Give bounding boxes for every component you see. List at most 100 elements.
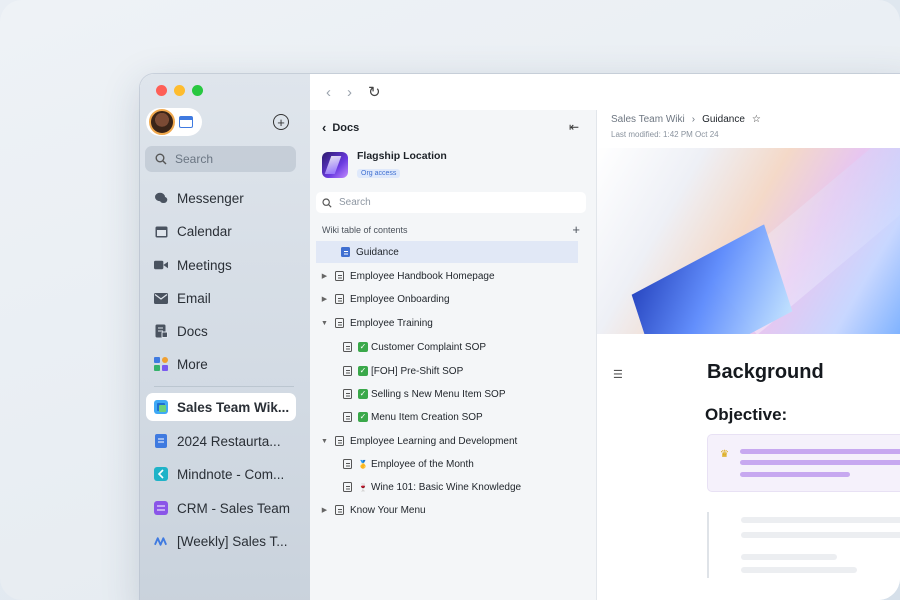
crown-icon: ♛ — [720, 449, 729, 460]
collapse-sidebar-icon[interactable]: ⇤ — [569, 120, 579, 134]
toc-item-label: Guidance — [356, 246, 399, 258]
toc-item-employee-handbook[interactable]: ▶ Employee Handbook Homepage — [316, 265, 578, 287]
docs-search-placeholder: Search — [339, 197, 371, 208]
pinned-item-crm[interactable]: CRM - Sales Team — [146, 494, 296, 522]
nav-item-docs[interactable]: Docs — [146, 317, 296, 345]
toc-item-guidance[interactable]: Guidance — [316, 241, 578, 263]
search-icon — [155, 153, 167, 165]
toc-label: Wiki table of contents — [322, 225, 408, 235]
close-window-button[interactable] — [156, 85, 167, 96]
toc-item-know-your-menu[interactable]: ▶ Know Your Menu — [316, 499, 578, 521]
docs-search-input[interactable]: Search — [316, 192, 586, 213]
caret-right-icon[interactable]: ▶ — [320, 506, 329, 514]
toc-item-customer-complaint[interactable]: ✓ Customer Complaint SOP — [316, 336, 578, 358]
video-camera-icon — [154, 258, 168, 272]
toc-item-learning-development[interactable]: ▼ Employee Learning and Development — [316, 430, 578, 452]
maximize-window-button[interactable] — [192, 85, 203, 96]
doc-icon — [343, 342, 352, 352]
docs-back-link[interactable]: ‹ Docs — [322, 120, 359, 135]
toc-item-menu-item-creation[interactable]: ✓ Menu Item Creation SOP — [316, 406, 578, 428]
doc-blue-icon — [154, 434, 168, 448]
chevron-left-icon: ‹ — [322, 120, 327, 135]
chat-bubble-icon — [154, 191, 168, 205]
toc-item-employee-onboarding[interactable]: ▶ Employee Onboarding — [316, 288, 578, 310]
placeholder-text-line — [741, 567, 857, 573]
left-nav: + Search Messenger Calendar Meetings Ema… — [140, 74, 310, 600]
caret-right-icon[interactable]: ▶ — [320, 295, 329, 303]
quote-bar — [707, 512, 709, 578]
checkmark-icon: ✓ — [358, 366, 368, 376]
cover-prism — [631, 224, 793, 334]
pinned-item-mindnote[interactable]: Mindnote - Com... — [146, 460, 296, 488]
pinned-item-label: 2024 Restaurta... — [177, 433, 281, 449]
checkmark-icon: ✓ — [358, 389, 368, 399]
app-window: + Search Messenger Calendar Meetings Ema… — [140, 74, 900, 600]
add-page-icon[interactable]: + — [572, 222, 580, 237]
pinned-item-weekly-sales[interactable]: [Weekly] Sales T... — [146, 527, 296, 555]
toc-item-label: Employee Training — [350, 317, 433, 329]
wiki-space-header[interactable]: Flagship Location Org access — [322, 150, 447, 180]
last-modified: Last modified: 1:42 PM Oct 24 — [611, 130, 719, 139]
toc-item-pre-shift[interactable]: ✓ [FOH] Pre-Shift SOP — [316, 360, 578, 382]
toc-item-label: [FOH] Pre-Shift SOP — [371, 365, 464, 377]
grid-apps-icon — [154, 357, 168, 371]
doc-icon — [335, 294, 344, 304]
nav-item-label: Messenger — [177, 190, 244, 206]
search-icon — [322, 197, 332, 208]
caret-right-icon[interactable]: ▶ — [320, 272, 329, 280]
caret-down-icon[interactable]: ▼ — [320, 438, 329, 445]
pinned-item-sales-team-wiki[interactable]: Sales Team Wik... — [146, 393, 296, 421]
checkmark-icon: ✓ — [358, 342, 368, 352]
nav-item-more[interactable]: More — [146, 350, 296, 378]
nav-search-input[interactable]: Search — [145, 146, 296, 172]
profile-pill[interactable] — [146, 108, 202, 136]
mindnote-icon — [154, 467, 168, 481]
toc-item-label: Selling s New Menu Item SOP — [371, 388, 506, 400]
nav-item-calendar[interactable]: Calendar — [146, 217, 296, 245]
doc-icon — [343, 412, 352, 422]
toc-item-label: Know Your Menu — [350, 504, 426, 516]
wine-glass-icon: 🍷 — [358, 482, 368, 492]
nav-item-meetings[interactable]: Meetings — [146, 251, 296, 279]
outline-icon[interactable]: ☰ — [613, 368, 623, 381]
toc-item-label: Employee Handbook Homepage — [350, 270, 495, 282]
breadcrumb-current[interactable]: Guidance — [702, 114, 745, 125]
avatar[interactable] — [149, 109, 175, 135]
access-badge: Org access — [357, 169, 401, 178]
toc-item-label: Employee Onboarding — [350, 293, 450, 305]
doc-icon — [335, 505, 344, 515]
add-icon[interactable]: + — [273, 114, 289, 130]
background-frame: + Search Messenger Calendar Meetings Ema… — [0, 0, 900, 600]
docs-panel-content: ‹ Docs ⇤ Flagship Location Org access Se… — [310, 74, 597, 600]
cover-image — [597, 148, 900, 334]
nav-item-label: Docs — [177, 323, 208, 339]
pinned-item-2024-restaurant[interactable]: 2024 Restaurta... — [146, 427, 296, 455]
toc-item-wine-101[interactable]: 🍷 Wine 101: Basic Wine Knowledge — [316, 476, 578, 498]
space-logo — [322, 152, 348, 178]
pinned-item-label: Sales Team Wik... — [177, 399, 290, 415]
minimize-window-button[interactable] — [174, 85, 185, 96]
checkmark-icon: ✓ — [358, 412, 368, 422]
meeting-notes-icon — [154, 534, 168, 548]
window-controls — [156, 85, 203, 96]
toc-item-employee-of-month[interactable]: 🥇 Employee of the Month — [316, 453, 578, 475]
chevron-right-icon: › — [691, 114, 696, 125]
nav-item-email[interactable]: Email — [146, 284, 296, 312]
doc-icon — [335, 271, 344, 281]
nav-search-placeholder: Search — [175, 152, 214, 166]
caret-down-icon[interactable]: ▼ — [320, 320, 329, 327]
nav-item-label: More — [177, 356, 208, 372]
callout-block[interactable]: ♛ — [707, 434, 900, 492]
pinned-item-label: Mindnote - Com... — [177, 466, 285, 482]
toc-item-label: Employee of the Month — [371, 458, 474, 470]
breadcrumb-parent[interactable]: Sales Team Wiki — [611, 114, 685, 125]
nav-item-messenger[interactable]: Messenger — [146, 184, 296, 212]
toc-item-employee-training[interactable]: ▼ Employee Training — [316, 312, 578, 334]
page-subheading: Objective: — [705, 405, 788, 424]
nav-item-label: Email — [177, 290, 211, 306]
doc-icon — [343, 389, 352, 399]
toc-item-selling-new-menu[interactable]: ✓ Selling s New Menu Item SOP — [316, 383, 578, 405]
doc-icon — [343, 459, 352, 469]
star-icon[interactable]: ☆ — [752, 114, 761, 125]
toc-item-label: Employee Learning and Development — [350, 435, 518, 447]
